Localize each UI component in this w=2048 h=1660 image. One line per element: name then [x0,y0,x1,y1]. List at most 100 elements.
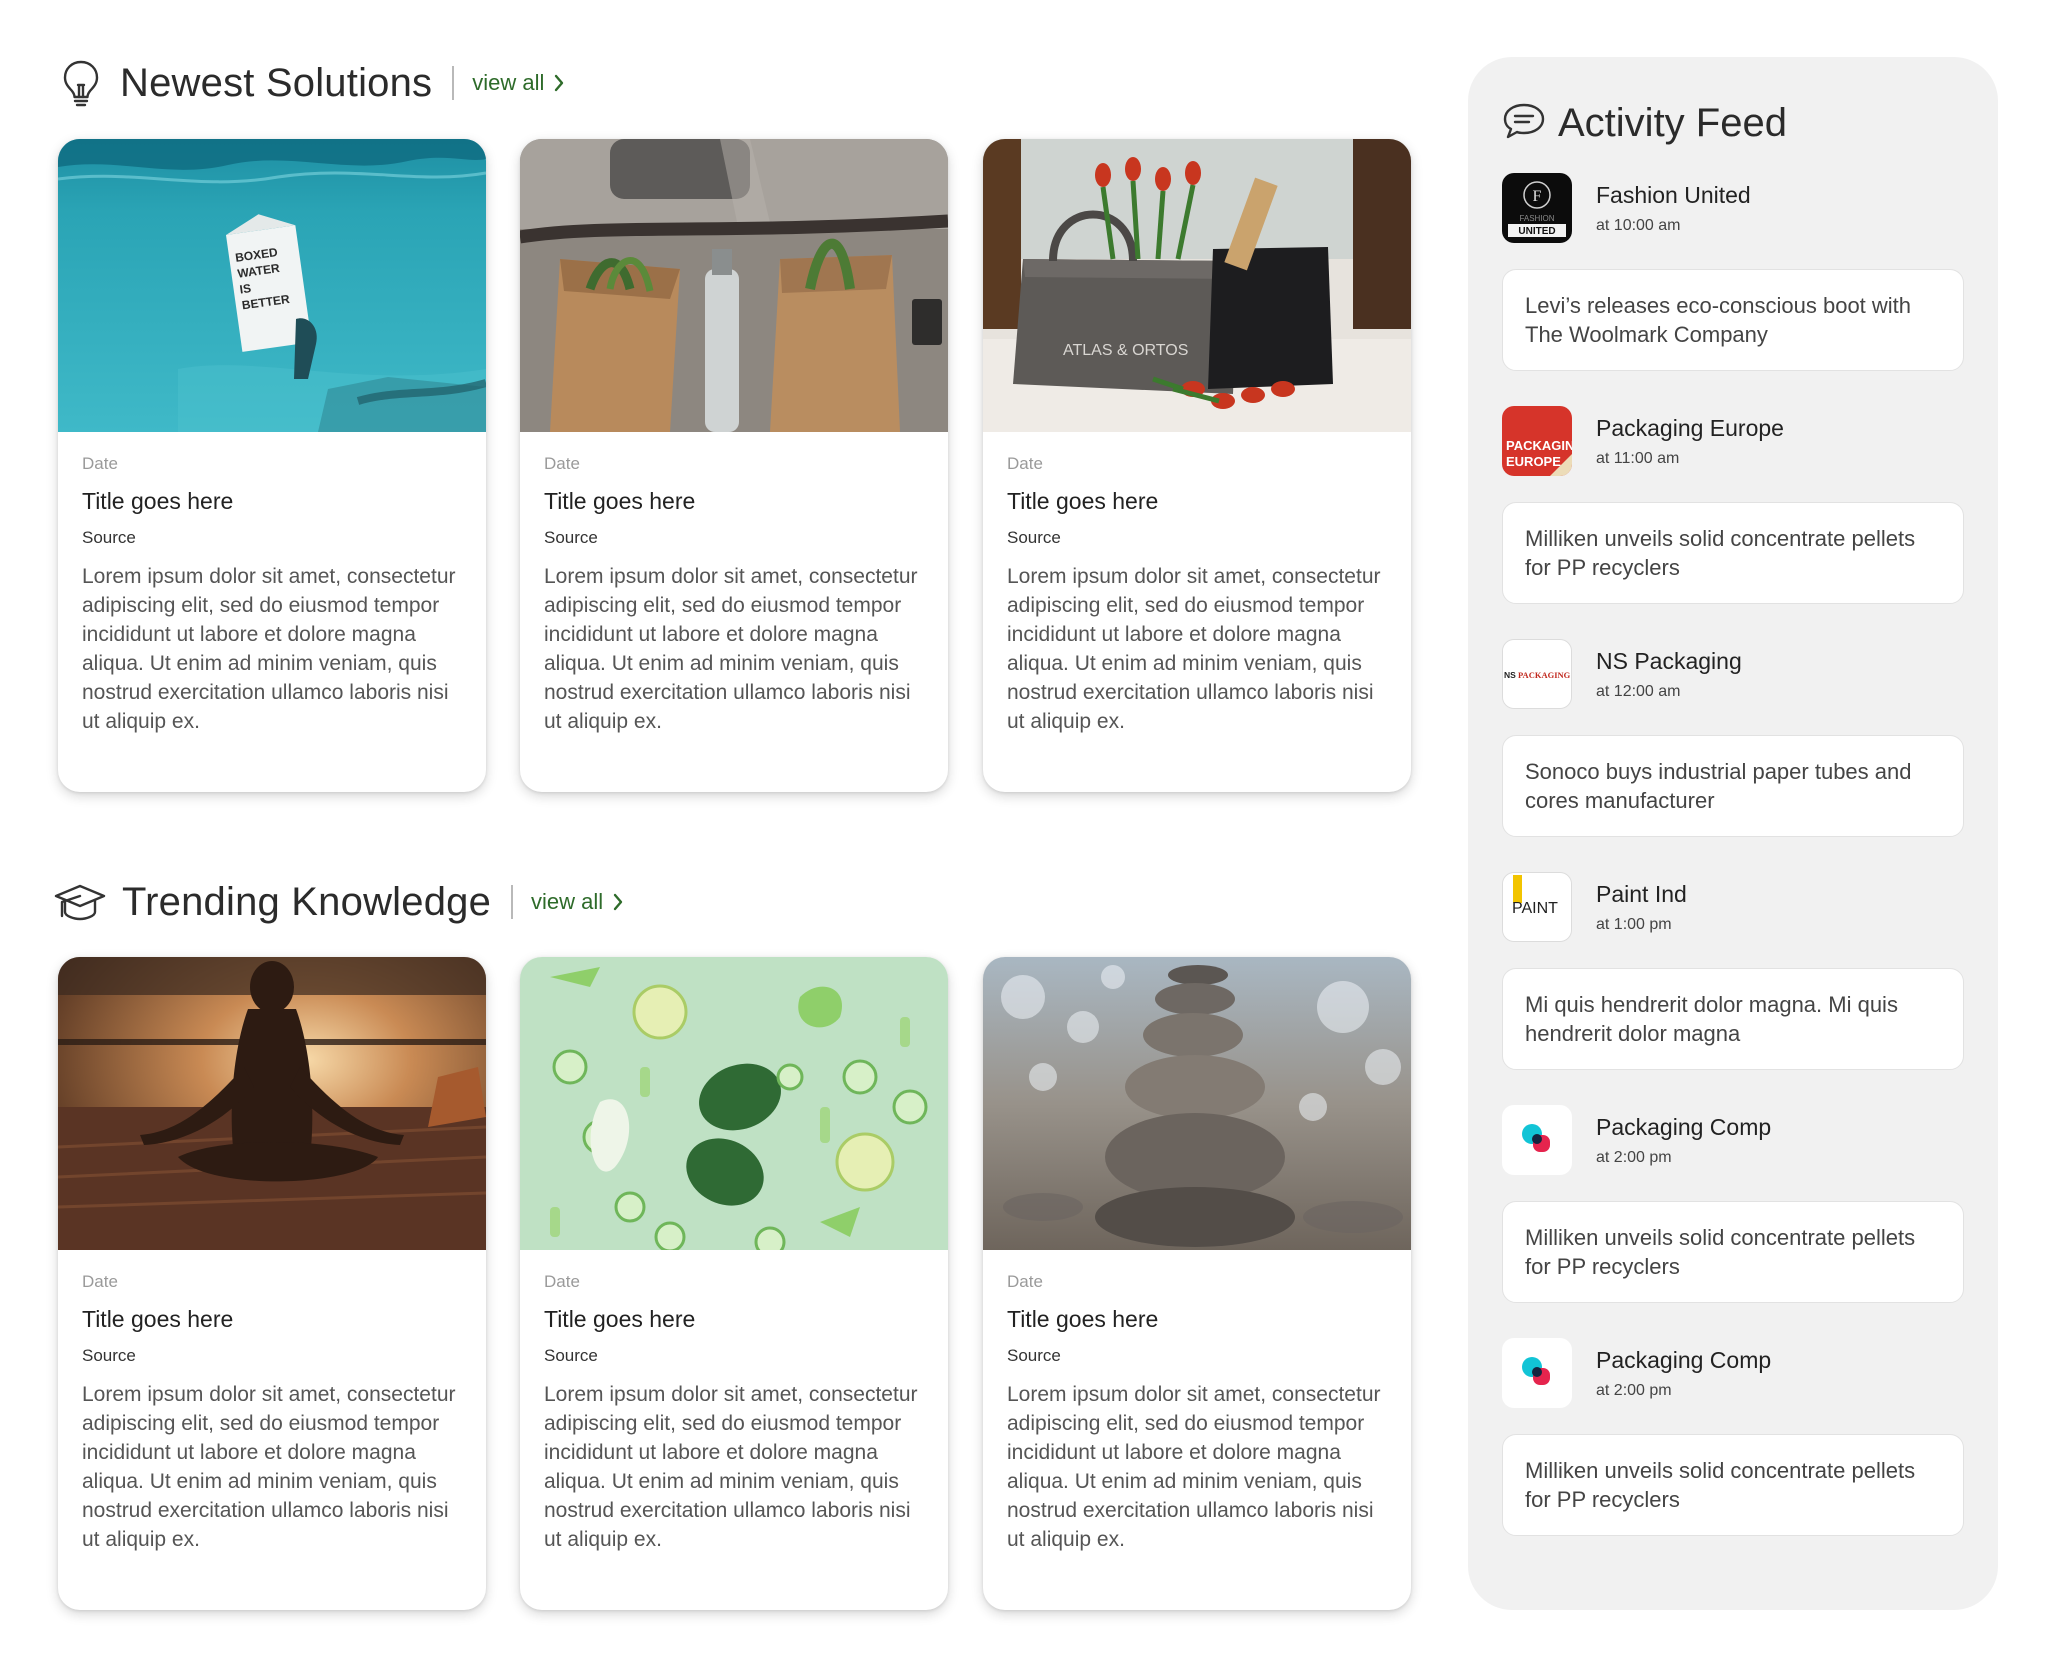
view-all-link[interactable]: view all [472,70,564,96]
feed-source-time: at 2:00 pm [1596,1382,1672,1399]
feed-message[interactable]: Milliken unveils solid concentrate pelle… [1502,1434,1964,1536]
card-source: Source [82,1346,136,1365]
feed-message[interactable]: Mi quis hendrerit dolor magna. Mi quis h… [1502,968,1964,1070]
card-date: Date [544,1272,580,1291]
logo-text: PACKAGING [1506,438,1572,453]
feed-source[interactable]: NS PACKAGING NS Packaging at 12:00 am [1502,639,1964,711]
feed-entry: NS PACKAGING NS Packaging at 12:00 am So… [1502,639,1964,837]
card-image [983,957,1411,1250]
knowledge-card[interactable]: Date Title goes here Source Lorem ipsum … [58,957,486,1610]
feed-source-name: Paint Ind [1596,881,1687,907]
feed-source[interactable]: PAINT Paint Ind at 1:00 pm [1502,872,1964,944]
logo-text: EUROPE [1506,454,1561,469]
feed-entry: PACKAGING EUROPE Packaging Europe at 11:… [1502,406,1964,604]
card-image [58,957,486,1250]
feed-source-name: Fashion United [1596,182,1751,208]
logo-text: PAINT [1512,900,1558,917]
card-title: Title goes here [82,488,234,514]
feed-source-time: at 10:00 am [1596,217,1681,234]
ns-packaging-logo: NS PACKAGING [1502,639,1572,709]
chevron-right-icon [554,74,564,92]
feed-source[interactable]: F FASHION UNITED Fashion United at 10:00… [1502,173,1964,245]
feed-source[interactable]: Packaging Comp at 2:00 pm [1502,1105,1964,1177]
logo-text: NS [1504,670,1516,680]
packaging-europe-logo: PACKAGING EUROPE [1502,406,1572,476]
image-lettering: ATLAS & ORTOS [1063,342,1188,359]
solution-card[interactable]: ATLAS & ORTOS Date Title goes here Sourc… [983,139,1411,792]
activity-feed: Activity Feed F FASHION UNITED Fashion U… [1468,57,1998,1610]
view-all-label: view all [531,889,604,914]
card-description: Lorem ipsum dolor sit amet, consectetur … [1007,1383,1381,1551]
feed-source-name: Packaging Europe [1596,415,1784,441]
feed-source[interactable]: PACKAGING EUROPE Packaging Europe at 11:… [1502,406,1964,478]
feed-source-time: at 2:00 pm [1596,1149,1672,1166]
feed-source-time: at 1:00 pm [1596,916,1672,933]
card-image [520,957,948,1250]
card-source: Source [82,528,136,547]
card-title: Title goes here [1007,488,1159,514]
card-image [520,139,948,432]
feed-message[interactable]: Levi’s releases eco-conscious boot with … [1502,269,1964,371]
trending-knowledge-header: Trending Knowledge view all [54,872,623,932]
section-title: Newest Solutions [120,60,433,105]
feed-source[interactable]: Packaging Comp at 2:00 pm [1502,1338,1964,1410]
logo-letter: F [1533,188,1542,205]
card-date: Date [82,454,118,473]
card-date: Date [1007,454,1043,473]
card-description: Lorem ipsum dolor sit amet, consectetur … [82,565,456,733]
feed-entry: Packaging Comp at 2:00 pm Milliken unvei… [1502,1105,1964,1303]
feed-source-name: NS Packaging [1596,648,1742,674]
chat-bubble-icon [1502,101,1546,146]
logo-text: FASHION [1519,214,1554,223]
chevron-right-icon [613,893,623,911]
card-image: ATLAS & ORTOS [983,139,1411,432]
card-image: BOXED WATER IS BETTER [58,139,486,432]
view-all-link[interactable]: view all [531,889,623,915]
card-source: Source [544,1346,598,1365]
card-source: Source [1007,1346,1061,1365]
logo-text: PACKAGING [1518,670,1571,680]
feed-source-time: at 11:00 am [1596,450,1680,467]
card-source: Source [1007,528,1061,547]
logo-text: UNITED [1518,226,1555,237]
card-title: Title goes here [544,488,696,514]
knowledge-card[interactable]: Date Title goes here Source Lorem ipsum … [520,957,948,1610]
feed-source-time: at 12:00 am [1596,683,1681,700]
card-description: Lorem ipsum dolor sit amet, consectetur … [544,565,918,733]
image-lettering: IS [239,281,252,296]
card-description: Lorem ipsum dolor sit amet, consectetur … [1007,565,1381,733]
feed-message[interactable]: Milliken unveils solid concentrate pelle… [1502,1201,1964,1303]
feed-message[interactable]: Sonoco buys industrial paper tubes and c… [1502,735,1964,837]
view-all-label: view all [472,70,545,95]
card-title: Title goes here [544,1306,696,1332]
feed-source-name: Packaging Comp [1596,1114,1772,1140]
graduation-cap-icon [54,877,106,927]
activity-feed-title: Activity Feed [1558,100,1787,145]
lightbulb-icon [58,58,104,108]
divider [511,885,514,919]
card-description: Lorem ipsum dolor sit amet, consectetur … [544,1383,918,1551]
solution-card[interactable]: Date Title goes here Source Lorem ipsum … [520,139,948,792]
solution-card[interactable]: BOXED WATER IS BETTER Date Title goes he… [58,139,486,792]
feed-message[interactable]: Milliken unveils solid concentrate pelle… [1502,502,1964,604]
card-date: Date [1007,1272,1043,1291]
card-title: Title goes here [1007,1306,1159,1332]
packaging-comp-logo [1502,1105,1572,1175]
feed-entry: Packaging Comp at 2:00 pm Milliken unvei… [1502,1338,1964,1536]
feed-entry: PAINT Paint Ind at 1:00 pm Mi quis hendr… [1502,872,1964,1070]
feed-source-name: Packaging Comp [1596,1347,1772,1373]
knowledge-card[interactable]: Date Title goes here Source Lorem ipsum … [983,957,1411,1610]
card-date: Date [82,1272,118,1291]
feed-entry: F FASHION UNITED Fashion United at 10:00… [1502,173,1964,371]
card-date: Date [544,454,580,473]
newest-solutions-header: Newest Solutions view all [58,53,564,113]
card-source: Source [544,528,598,547]
paint-ind-logo: PAINT [1502,872,1572,942]
fashion-united-logo: F FASHION UNITED [1502,173,1572,243]
card-title: Title goes here [82,1306,234,1332]
packaging-comp-logo [1502,1338,1572,1408]
card-description: Lorem ipsum dolor sit amet, consectetur … [82,1383,456,1551]
activity-feed-header: Activity Feed [1502,93,1787,153]
section-title: Trending Knowledge [122,879,492,924]
divider [452,66,455,100]
